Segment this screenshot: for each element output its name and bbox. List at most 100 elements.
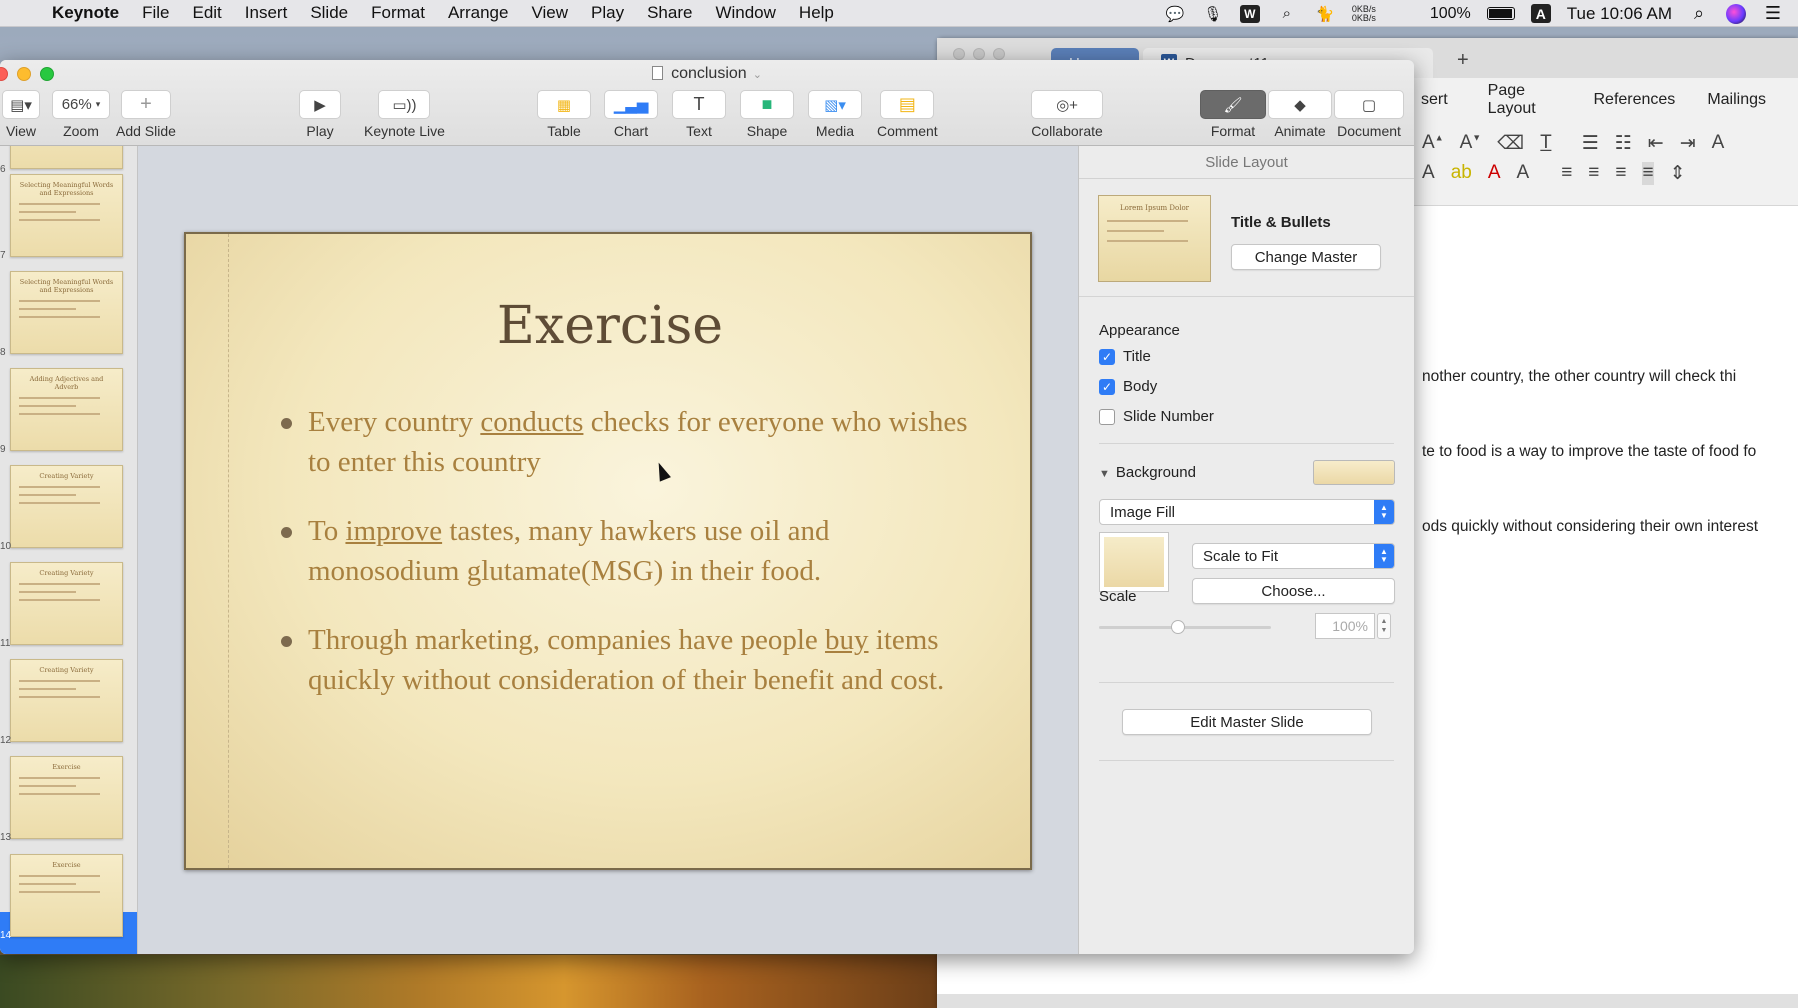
slide-navigator[interactable]: 6 Selecting Meaningful Words and Express… <box>0 146 138 954</box>
line-spacing-icon[interactable]: ⇕ <box>1670 162 1686 185</box>
slide-title[interactable]: Exercise <box>186 296 1034 356</box>
slide[interactable]: Exercise Every country conducts checks f… <box>184 232 1032 870</box>
slide-thumbnail[interactable]: Creating Variety <box>10 659 123 742</box>
bullets-icon[interactable]: ☰ <box>1582 132 1599 155</box>
title-checkbox[interactable]: ✓ Title <box>1099 348 1151 365</box>
menu-edit[interactable]: Edit <box>192 3 221 23</box>
slide-canvas[interactable]: Exercise Every country conducts checks f… <box>138 146 1078 954</box>
menu-app[interactable]: Keynote <box>52 3 119 23</box>
background-color-well[interactable] <box>1313 460 1395 485</box>
search-status-icon[interactable]: ⌕ <box>1276 5 1298 23</box>
input-source-icon[interactable]: A <box>1530 4 1551 23</box>
document-title[interactable]: conclusion ⌄ <box>0 65 1414 83</box>
bullet-item[interactable]: Every country conducts checks for everyo… <box>281 402 986 482</box>
ribbon-tab-mailings[interactable]: Mailings <box>1707 91 1766 109</box>
scale-slider-track[interactable] <box>1099 626 1271 629</box>
slide-thumbnail[interactable]: Adding Adjectives and Adverb <box>10 368 123 451</box>
ribbon-tab-insert[interactable]: sert <box>1421 91 1448 109</box>
messages-status-icon[interactable]: 💬 <box>1164 5 1186 23</box>
slide-thumbnail[interactable]: Selecting Meaningful Words and Expressio… <box>10 174 123 257</box>
slide-body[interactable]: Every country conducts checks for everyo… <box>281 402 986 729</box>
keynote-live-button[interactable]: ▭)) Keynote Live <box>364 90 445 139</box>
choose-image-button[interactable]: Choose... <box>1192 578 1395 604</box>
menu-share[interactable]: Share <box>647 3 692 23</box>
notification-center-icon[interactable]: ☰ <box>1762 3 1784 23</box>
decrease-indent-icon[interactable]: ⇤ <box>1648 132 1664 155</box>
clock[interactable]: Tue 10:06 AM <box>1567 4 1672 24</box>
siri-icon[interactable] <box>1726 3 1746 24</box>
align-right-icon[interactable]: ≡ <box>1615 162 1626 185</box>
word-zoom-button[interactable] <box>993 48 1005 60</box>
slide-thumbnail[interactable] <box>10 146 123 169</box>
word-close-button[interactable] <box>953 48 965 60</box>
shrink-font-icon[interactable]: A▼ <box>1460 132 1482 155</box>
new-tab-icon[interactable]: + <box>1457 49 1469 72</box>
justify-icon[interactable]: ≡ <box>1642 162 1654 185</box>
bullet-item[interactable]: Through marketing, companies have people… <box>281 620 986 700</box>
text-button[interactable]: T Text <box>672 90 726 139</box>
microphone-icon[interactable]: 🎙 <box>1202 5 1224 23</box>
text-case-icon[interactable]: A <box>1517 162 1530 185</box>
word-status-icon[interactable]: W <box>1239 4 1260 23</box>
image-well[interactable] <box>1099 532 1169 592</box>
comment-button[interactable]: ▤ Comment <box>877 90 938 139</box>
scale-slider-knob[interactable] <box>1171 620 1185 634</box>
slide-number-checkbox[interactable]: Slide Number <box>1099 408 1214 425</box>
font-color-icon[interactable]: A <box>1488 162 1501 185</box>
grow-font-icon[interactable]: A▲ <box>1422 132 1444 155</box>
styles-icon[interactable]: A <box>1712 132 1725 155</box>
increase-indent-icon[interactable]: ⇥ <box>1680 132 1696 155</box>
media-button[interactable]: ▧▾ Media <box>808 90 862 139</box>
menu-play[interactable]: Play <box>591 3 624 23</box>
align-center-icon[interactable]: ≡ <box>1588 162 1599 185</box>
menu-format[interactable]: Format <box>371 3 425 23</box>
fill-type-select[interactable]: Image Fill ▲ ▼ <box>1099 499 1395 525</box>
animate-button[interactable]: ◆ Animate <box>1268 90 1332 139</box>
master-thumbnail[interactable]: Lorem Ipsum Dolor <box>1098 195 1211 282</box>
slide-thumbnail-selected[interactable]: Exercise <box>10 854 123 937</box>
chart-button[interactable]: ▁▃▅ Chart <box>604 90 658 139</box>
menu-window[interactable]: Window <box>715 3 775 23</box>
numbering-icon[interactable]: ☷ <box>1615 132 1632 155</box>
spotlight-icon[interactable]: ⌕ <box>1688 3 1710 23</box>
view-button[interactable]: ▤▾ View <box>2 90 40 139</box>
word-minimize-button[interactable] <box>973 48 985 60</box>
collaborate-button[interactable]: ◎+ Collaborate <box>1031 90 1103 139</box>
background-heading[interactable]: ▼ Background <box>1099 464 1196 481</box>
ribbon-tab-references[interactable]: References <box>1593 91 1675 109</box>
change-master-button[interactable]: Change Master <box>1231 244 1381 270</box>
document-button[interactable]: ▢ Document <box>1334 90 1404 139</box>
format-button[interactable]: 🖌 Format <box>1200 90 1266 139</box>
wifi-icon[interactable] <box>1392 5 1414 23</box>
scale-mode-select[interactable]: Scale to Fit ▲ ▼ <box>1192 543 1395 569</box>
slide-thumbnail[interactable]: Exercise <box>10 756 123 839</box>
menu-insert[interactable]: Insert <box>245 3 288 23</box>
add-slide-button[interactable]: + Add Slide <box>116 90 176 139</box>
text-style-icon[interactable]: A <box>1422 162 1435 185</box>
scale-stepper[interactable]: ▲ ▼ <box>1377 613 1391 639</box>
battery-icon[interactable] <box>1486 7 1515 20</box>
ribbon-tab-page-layout[interactable]: Page Layout <box>1488 82 1562 118</box>
menu-view[interactable]: View <box>531 3 568 23</box>
menu-help[interactable]: Help <box>799 3 834 23</box>
text-effects-icon[interactable]: T̲ <box>1540 132 1552 155</box>
clear-format-icon[interactable]: ⌫ <box>1497 132 1524 155</box>
table-button[interactable]: ▦ Table <box>537 90 591 139</box>
zoom-popup[interactable]: 66% ▾ Zoom <box>52 90 110 139</box>
scale-field[interactable]: 100% <box>1315 613 1375 639</box>
slide-thumbnail[interactable]: Creating Variety <box>10 465 123 548</box>
highlight-icon[interactable]: ab <box>1451 162 1472 185</box>
play-button[interactable]: ▶ Play <box>299 90 341 139</box>
slide-thumbnail[interactable]: Creating Variety <box>10 562 123 645</box>
edit-master-slide-button[interactable]: Edit Master Slide <box>1122 709 1372 735</box>
menu-slide[interactable]: Slide <box>310 3 348 23</box>
slide-thumbnail[interactable]: Selecting Meaningful Words and Expressio… <box>10 271 123 354</box>
menu-arrange[interactable]: Arrange <box>448 3 508 23</box>
align-left-icon[interactable]: ≡ <box>1561 162 1572 185</box>
body-checkbox[interactable]: ✓ Body <box>1099 378 1157 395</box>
shape-button[interactable]: ■ Shape <box>740 90 794 139</box>
word-document-text[interactable]: nother country, the other country will c… <box>1422 368 1798 593</box>
menu-file[interactable]: File <box>142 3 169 23</box>
bullet-item[interactable]: To improve tastes, many hawkers use oil … <box>281 511 986 591</box>
cat-status-icon[interactable]: 🐈 <box>1314 5 1336 23</box>
